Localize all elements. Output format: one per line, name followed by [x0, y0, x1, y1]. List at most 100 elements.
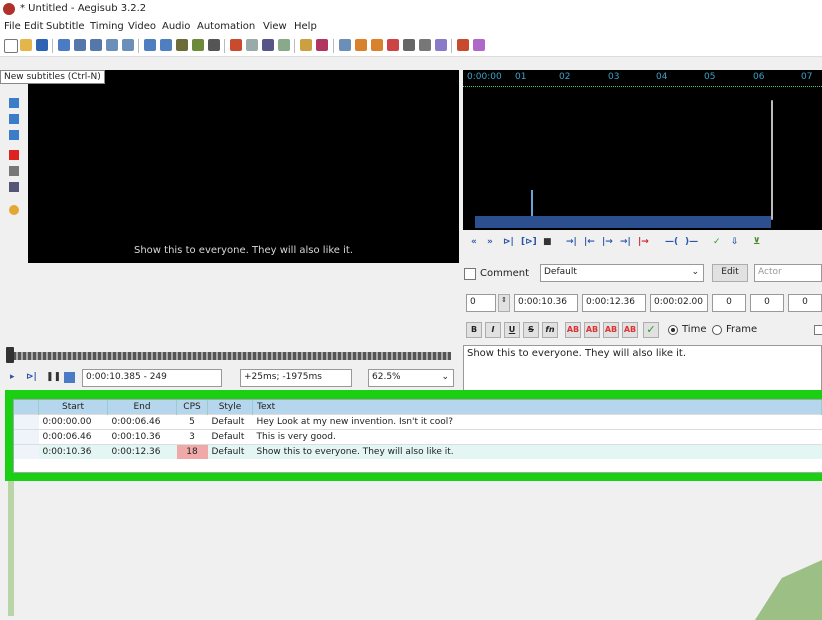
audio-playhead[interactable] — [771, 100, 773, 220]
new-file-icon[interactable] — [4, 39, 18, 53]
translation-icon[interactable] — [262, 39, 274, 51]
column-header-start[interactable]: Start — [38, 400, 108, 415]
video-offset-field[interactable]: +25ms; -1975ms — [240, 369, 352, 387]
next-line-icon[interactable]: » — [487, 237, 493, 247]
attachments-icon[interactable] — [160, 39, 172, 51]
play-before-icon[interactable]: ⊳| — [503, 237, 514, 247]
open-folder-icon[interactable] — [20, 39, 32, 51]
rotate-z-icon[interactable] — [9, 114, 19, 124]
vector-clip-icon[interactable] — [9, 182, 19, 192]
font-button[interactable]: fn — [542, 322, 558, 338]
duration-field[interactable]: 0:00:02.00 — [650, 294, 708, 312]
bold-button[interactable]: B — [466, 322, 482, 338]
script-icon[interactable] — [473, 39, 485, 51]
clip-icon[interactable] — [9, 166, 19, 176]
sort-icon[interactable] — [122, 39, 134, 51]
stop-icon[interactable] — [387, 39, 399, 51]
kanji-timer-icon[interactable] — [300, 39, 312, 51]
play-start-icon[interactable]: →| — [566, 237, 577, 247]
menu-timing[interactable]: Timing — [90, 21, 124, 32]
column-header-cps[interactable]: CPS — [176, 400, 208, 415]
styles-manager-icon[interactable] — [246, 39, 258, 51]
menu-file[interactable]: File — [4, 21, 21, 32]
secondary-color-button[interactable]: AB — [584, 322, 600, 338]
frame-radio[interactable] — [712, 325, 722, 335]
menu-edit[interactable]: Edit — [24, 21, 43, 32]
drag-tool-icon[interactable] — [9, 98, 19, 108]
margin-left-field[interactable]: 0 — [712, 294, 746, 312]
rotate-xy-icon[interactable] — [9, 130, 19, 140]
play-after-icon[interactable]: |→ — [602, 237, 613, 247]
seek-thumb[interactable] — [6, 347, 14, 363]
menu-automation[interactable]: Automation — [197, 21, 255, 32]
play-selection-icon[interactable]: [⊳] — [521, 237, 537, 247]
menu-help[interactable]: Help — [294, 21, 317, 32]
leadout-icon[interactable]: )— — [685, 237, 698, 247]
options-icon[interactable] — [316, 39, 328, 51]
timer-icon[interactable] — [403, 39, 415, 51]
timing-postprocessor-icon[interactable] — [278, 39, 290, 51]
tools-icon[interactable] — [457, 39, 469, 51]
jump-end-icon[interactable] — [371, 39, 383, 51]
start-time-field[interactable]: 0:00:10.36 — [514, 294, 578, 312]
table-row-selected[interactable]: 0:00:10.36 0:00:12.36 18 Default Show th… — [14, 444, 822, 459]
leadin-icon[interactable]: —( — [665, 237, 678, 247]
resample-icon[interactable] — [192, 39, 204, 51]
comment-checkbox[interactable] — [464, 268, 476, 280]
margin-vertical-field[interactable]: 0 — [788, 294, 822, 312]
play-icon[interactable]: ▸ — [10, 372, 15, 382]
help-icon[interactable] — [9, 205, 19, 215]
play-line-icon[interactable]: ⊳| — [26, 372, 37, 382]
shadow-color-button[interactable]: AB — [622, 322, 638, 338]
play-to-end-icon[interactable]: →| — [620, 237, 631, 247]
menu-video[interactable]: Video — [128, 21, 156, 32]
autoscroll-icon[interactable] — [64, 372, 75, 383]
jump-icon[interactable] — [58, 39, 70, 51]
shift-times-icon[interactable] — [106, 39, 118, 51]
stop-audio-icon[interactable]: ■ — [543, 237, 552, 247]
column-header-style[interactable]: Style — [207, 400, 253, 415]
commit-icon[interactable]: ✓ — [713, 237, 721, 247]
layer-field[interactable]: 0 — [466, 294, 496, 312]
play-marker-icon[interactable]: |→ — [638, 237, 649, 247]
next-icon[interactable]: ⇩ — [731, 237, 739, 247]
pause-icon[interactable]: ❚❚ — [46, 372, 61, 382]
properties-icon[interactable] — [144, 39, 156, 51]
time-radio[interactable] — [668, 325, 678, 335]
primary-color-button[interactable]: AB — [565, 322, 581, 338]
snap-start-icon[interactable] — [74, 39, 86, 51]
actor-field[interactable]: Actor — [754, 264, 822, 282]
strikeout-button[interactable]: S — [523, 322, 539, 338]
italic-button[interactable]: I — [485, 322, 501, 338]
video-seek-bar[interactable] — [8, 352, 451, 360]
fonts-collector-icon[interactable] — [176, 39, 188, 51]
end-time-field[interactable]: 0:00:12.36 — [582, 294, 646, 312]
video-details-icon[interactable] — [339, 39, 351, 51]
column-header-end[interactable]: End — [107, 400, 177, 415]
layer-spinner-icon[interactable]: ⇕ — [498, 294, 510, 312]
margin-right-field[interactable]: 0 — [750, 294, 784, 312]
jump-video-icon[interactable] — [355, 39, 367, 51]
audio-waveform[interactable]: 0:00:00 01 02 03 04 05 06 07 — [463, 70, 822, 230]
menu-audio[interactable]: Audio — [162, 21, 190, 32]
play-end-icon[interactable]: |← — [584, 237, 595, 247]
save-icon[interactable] — [36, 39, 48, 51]
commit-check-icon[interactable]: ✓ — [643, 322, 659, 338]
style-dropdown[interactable]: Default ⌄ — [540, 264, 704, 282]
menu-subtitle[interactable]: Subtitle — [46, 21, 85, 32]
zoom-dropdown[interactable]: 62.5% ⌄ — [368, 369, 454, 387]
scale-icon[interactable] — [9, 150, 19, 160]
underline-button[interactable]: U — [504, 322, 520, 338]
video-time-field[interactable]: 0:00:10.385 - 249 — [82, 369, 222, 387]
table-row[interactable]: 0:00:06.46 0:00:10.36 3 Default This is … — [14, 429, 822, 445]
calendar-icon[interactable] — [419, 39, 431, 51]
subtitles-grid[interactable]: Start End CPS Style Text 0:00:00.00 0:00… — [13, 399, 822, 473]
subtitle-text-editor[interactable]: Show this to everyone. They will also li… — [463, 345, 822, 391]
spellcheck-icon[interactable] — [208, 39, 220, 51]
video-display[interactable]: Show this to everyone. They will also li… — [28, 70, 459, 263]
menu-view[interactable]: View — [263, 21, 287, 32]
edit-style-button[interactable]: Edit — [712, 264, 748, 282]
spectrum-icon[interactable]: ⊻ — [753, 237, 760, 247]
check-icon[interactable] — [435, 39, 447, 51]
show-original-checkbox[interactable] — [814, 325, 822, 335]
